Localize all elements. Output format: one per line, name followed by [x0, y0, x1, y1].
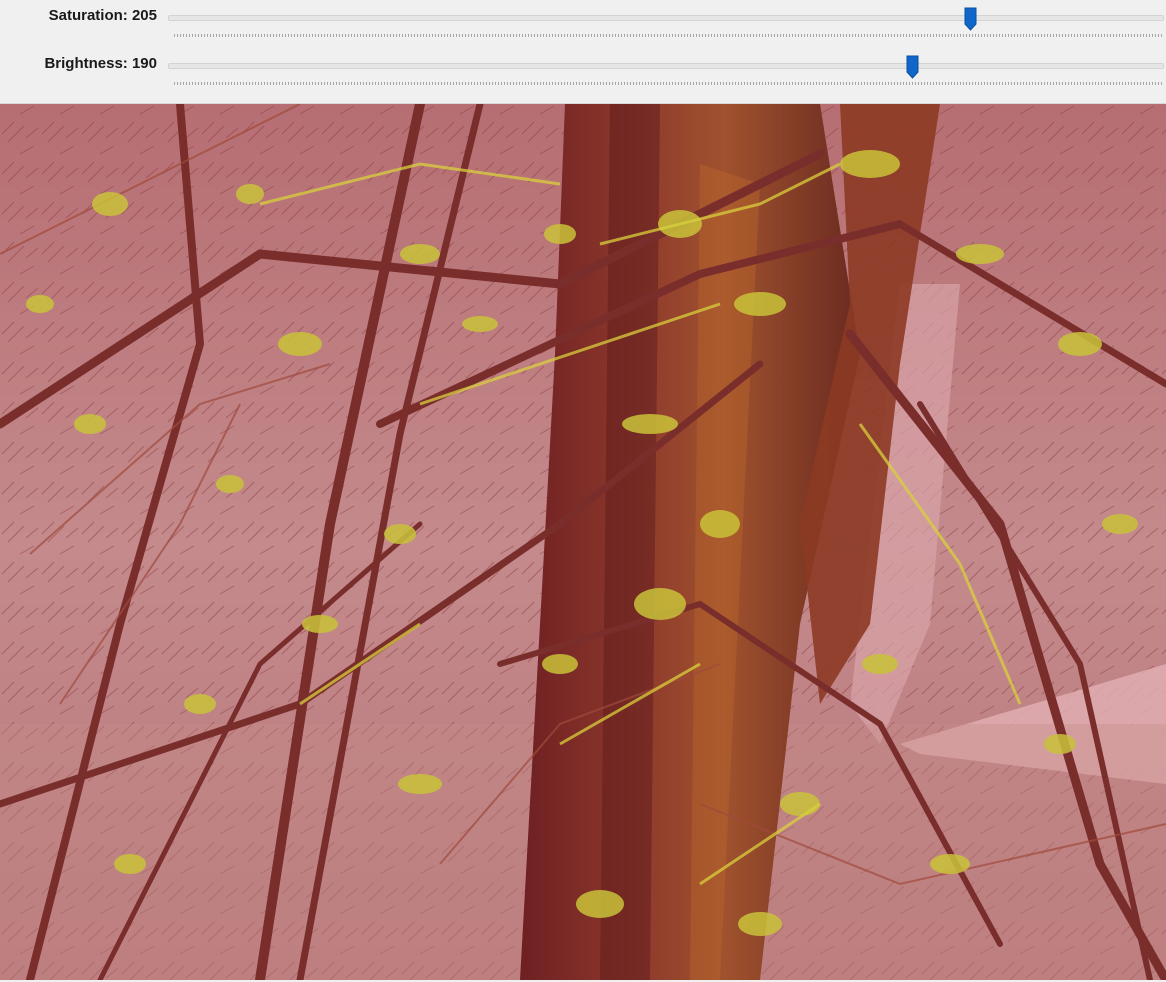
tinted-tree-photo	[0, 104, 1166, 980]
brightness-row: Brightness: 190	[0, 50, 1166, 90]
image-preview	[0, 104, 1166, 980]
brightness-slider-thumb[interactable]	[906, 55, 919, 79]
brightness-label: Brightness: 190	[44, 55, 157, 72]
brightness-tick-marks	[174, 82, 1164, 85]
saturation-row: Saturation: 205	[0, 2, 1166, 42]
saturation-slider-thumb[interactable]	[964, 7, 977, 31]
brightness-slider-track[interactable]	[168, 63, 1164, 69]
adjustment-panel: Saturation: 205 Brightness: 190	[0, 0, 1166, 104]
saturation-label: Saturation: 205	[48, 7, 157, 24]
saturation-tick-marks	[174, 34, 1164, 37]
saturation-slider-track[interactable]	[168, 15, 1164, 21]
